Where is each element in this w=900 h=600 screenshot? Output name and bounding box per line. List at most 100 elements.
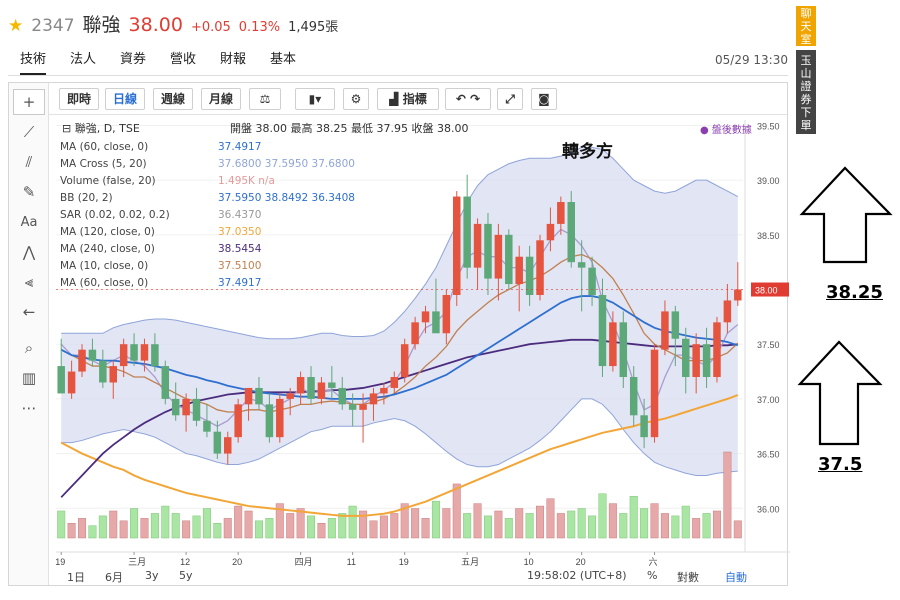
- y-tick-label: 37.50: [757, 340, 780, 350]
- volume-bar: [504, 518, 513, 539]
- candle-body: [265, 404, 274, 438]
- annotation-low-value: 37.5: [818, 454, 863, 475]
- candle-body: [577, 262, 586, 268]
- volume-bar: [640, 508, 649, 539]
- volume-bar: [327, 518, 336, 539]
- candle-body: [171, 398, 180, 416]
- candle-body: [78, 349, 86, 372]
- candle-body: [224, 437, 232, 454]
- volume-bar: [234, 505, 243, 539]
- volume-bar: [431, 500, 440, 539]
- candle-body: [140, 344, 149, 361]
- volume-bar: [109, 510, 118, 539]
- indicator-value: 36.4370: [218, 209, 261, 221]
- candle-body: [317, 382, 326, 399]
- x-tick-label: 10: [524, 557, 534, 567]
- volume-bar: [536, 505, 545, 539]
- volume-bar: [546, 498, 555, 539]
- volume-bar: [67, 523, 76, 539]
- volume-bar: [390, 513, 399, 539]
- candle-body: [286, 393, 294, 399]
- volume-bar: [494, 510, 503, 539]
- volume-bar: [525, 513, 534, 539]
- volume-bar: [567, 510, 576, 539]
- candle-body: [380, 387, 388, 394]
- candle-body: [734, 289, 742, 301]
- legend-symbol: ⊟ 聯強, D, TSE: [62, 122, 140, 135]
- indicator-value: 37.5100: [218, 260, 261, 272]
- candle-body: [484, 223, 492, 279]
- volume-bar: [733, 520, 742, 539]
- x-tick-label: 12: [180, 557, 190, 567]
- up-arrow-high: [799, 166, 893, 264]
- candle-body: [369, 393, 378, 405]
- volume-bar: [556, 513, 565, 539]
- indicator-label: MA (60, close, 0): [60, 141, 148, 153]
- volume-bar: [702, 513, 711, 539]
- indicator-label: MA (10, close, 0): [60, 260, 148, 272]
- candle-body: [348, 404, 357, 410]
- volume-bar: [515, 508, 524, 539]
- volume-bar: [411, 508, 420, 539]
- volume-bar: [338, 513, 347, 539]
- candle-body: [88, 349, 97, 361]
- candle-body: [57, 366, 65, 394]
- after-hours-label: ● 盤後數據: [700, 123, 752, 136]
- volume-bar: [671, 515, 680, 539]
- volume-bar: [286, 513, 295, 539]
- candle-body: [619, 322, 628, 378]
- volume-bar: [307, 515, 316, 539]
- candle-body: [67, 371, 76, 394]
- candle-body: [713, 322, 721, 378]
- candle-body: [515, 256, 523, 285]
- volume-bar: [379, 515, 388, 539]
- candle-body: [276, 398, 284, 438]
- candle-body: [567, 202, 575, 263]
- candle-body: [557, 202, 565, 224]
- candle-body: [473, 223, 482, 268]
- candle-body: [244, 387, 253, 405]
- volume-bar: [473, 503, 482, 539]
- candle-body: [182, 398, 190, 416]
- indicator-value: 37.0350: [218, 226, 261, 238]
- volume-bar: [130, 508, 139, 539]
- candle-body: [338, 387, 346, 405]
- x-tick-label: 19: [399, 557, 409, 567]
- candle-body: [494, 234, 503, 279]
- indicator-label: MA (120, close, 0): [60, 226, 155, 238]
- candle-body: [234, 404, 242, 438]
- candle-body: [432, 311, 440, 334]
- volume-bar: [254, 520, 263, 539]
- volume-bar: [296, 508, 305, 539]
- candle-body: [702, 344, 711, 378]
- candle-body: [546, 223, 555, 241]
- volume-bar: [723, 451, 732, 539]
- x-tick-label: 三月: [128, 557, 146, 567]
- volume-bar: [88, 525, 97, 539]
- x-tick-label: 五月: [461, 557, 479, 567]
- volume-bar: [369, 520, 378, 539]
- indicator-value: 37.4917: [218, 141, 261, 153]
- indicator-value: 38.5454: [218, 243, 262, 255]
- candle-body: [442, 294, 451, 334]
- candle-body: [296, 377, 305, 394]
- indicator-label: Volume (false, 20): [60, 175, 156, 187]
- volume-bar: [202, 508, 211, 539]
- y-tick-label: 38.50: [757, 231, 780, 241]
- candle-body: [255, 387, 263, 405]
- candle-body: [203, 420, 211, 432]
- legend-ohlc: 開盤 38.00 最高 38.25 最低 37.95 收盤 38.00: [230, 121, 468, 135]
- candle-body: [213, 431, 222, 454]
- volume-bar: [692, 518, 701, 539]
- x-tick-label: 11: [347, 557, 356, 567]
- price-chart[interactable]: 39.50 39.00 38.50 38.00 37.50 37.00 36.50 36.00…: [0, 0, 900, 600]
- candle-body: [661, 311, 669, 350]
- candle-body: [629, 377, 638, 416]
- volume-bar: [161, 505, 170, 539]
- candle-body: [536, 240, 544, 295]
- candle-body: [588, 267, 596, 295]
- x-tick-label: 20: [232, 557, 242, 567]
- candle-body: [421, 311, 430, 323]
- volume-bar: [171, 513, 180, 539]
- volume-bar: [452, 483, 461, 539]
